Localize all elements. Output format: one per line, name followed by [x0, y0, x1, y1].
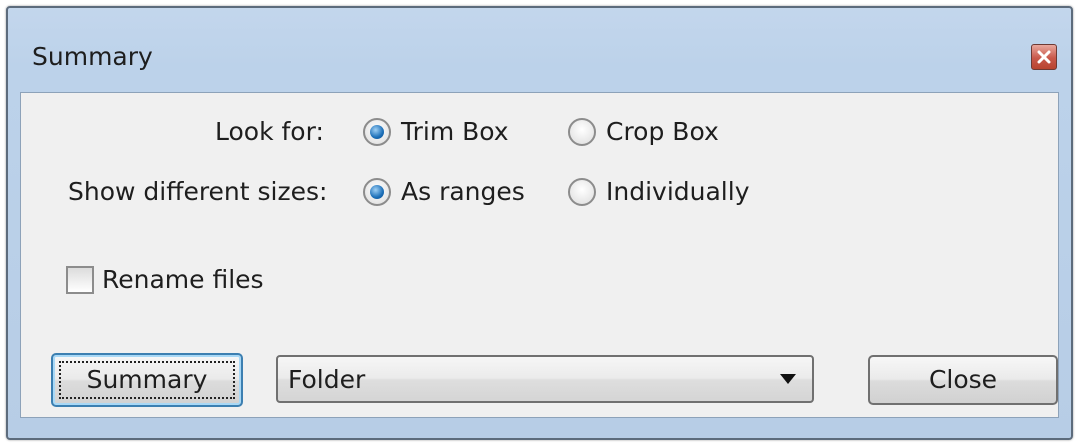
destination-select[interactable]: Folder	[276, 355, 814, 403]
trim-box-radio[interactable]	[363, 118, 391, 146]
rename-files-label[interactable]: Rename files	[102, 265, 264, 295]
show-sizes-label: Show different sizes:	[68, 177, 328, 206]
as-ranges-label[interactable]: As ranges	[401, 177, 525, 207]
dialog-window: Summary Look for: Trim Box Crop Box Show…	[6, 6, 1073, 440]
individually-label[interactable]: Individually	[606, 177, 750, 207]
rename-files-checkbox[interactable]	[66, 266, 94, 294]
focus-rectangle	[59, 361, 235, 399]
close-button[interactable]: Close	[868, 355, 1058, 405]
crop-box-radio[interactable]	[568, 118, 596, 146]
window-title: Summary	[32, 42, 153, 71]
dialog-body: Look for: Trim Box Crop Box Show differe…	[20, 92, 1059, 418]
individually-radio[interactable]	[568, 178, 596, 206]
title-bar[interactable]: Summary	[8, 8, 1071, 88]
close-icon	[1037, 50, 1051, 64]
summary-button[interactable]: Summary	[51, 353, 243, 407]
close-button-label: Close	[928, 365, 998, 394]
trim-box-label[interactable]: Trim Box	[401, 117, 509, 147]
destination-select-value: Folder	[288, 365, 366, 394]
crop-box-label[interactable]: Crop Box	[606, 117, 719, 147]
chevron-down-icon	[780, 374, 796, 384]
look-for-label: Look for:	[215, 117, 324, 146]
as-ranges-radio[interactable]	[363, 178, 391, 206]
window-close-button[interactable]	[1031, 44, 1057, 70]
